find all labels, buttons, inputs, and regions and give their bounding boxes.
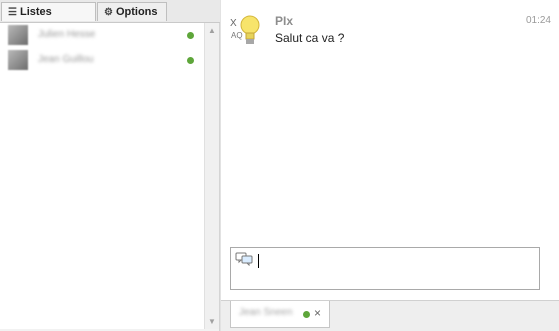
list-icon: ☰: [8, 7, 17, 18]
friend-item[interactable]: Julien Hesse: [0, 23, 204, 47]
avatar: [8, 25, 28, 45]
chat-window: ☰Listes d'amis ⚙Options Julien Hesse Jea…: [0, 0, 559, 331]
friend-item[interactable]: Jean Guillou: [0, 48, 204, 72]
tab-friends-list[interactable]: ☰Listes d'amis: [1, 2, 96, 37]
svg-text:X: X: [230, 18, 237, 29]
lightbulb-avatar-icon: X AQ: [229, 12, 265, 48]
avatar: [8, 50, 28, 70]
online-status-dot: [187, 32, 194, 39]
open-chat-tab[interactable]: Jean Sneen ×: [230, 301, 330, 328]
friends-panel: ☰Listes d'amis ⚙Options Julien Hesse Jea…: [0, 0, 220, 331]
chat-tab-name: Jean Sneen: [239, 307, 293, 318]
online-status-dot: [303, 311, 310, 318]
message-sender: PIx: [275, 14, 294, 28]
conversation-panel: X AQ PIx Salut ca va ? 01:24 Jean Sneen …: [220, 0, 559, 331]
friend-name: Julien Hesse: [38, 29, 96, 40]
scroll-up-icon[interactable]: ▲: [208, 26, 216, 35]
close-icon[interactable]: ×: [314, 306, 321, 320]
open-chats-bar: Jean Sneen ×: [221, 300, 559, 331]
friend-list-scrollbar[interactable]: ▲ ▼: [204, 23, 219, 329]
scroll-down-icon[interactable]: ▼: [208, 317, 216, 326]
tab-options-label: Options: [115, 6, 158, 18]
friend-list: Julien Hesse Jean Guillou: [0, 23, 204, 329]
svg-text:AQ: AQ: [231, 31, 243, 40]
message-text: Salut ca va ?: [275, 31, 345, 45]
text-caret: [258, 254, 259, 268]
chat-message: X AQ PIx Salut ca va ? 01:24: [229, 10, 551, 50]
message-composer[interactable]: [230, 247, 540, 290]
panel-tabs: ☰Listes d'amis ⚙Options: [0, 0, 220, 37]
gear-icon: ⚙: [104, 7, 113, 18]
tab-options[interactable]: ⚙ Options: [97, 2, 167, 21]
message-timestamp: 01:24: [525, 15, 551, 26]
message-input[interactable]: [257, 252, 532, 284]
friend-name: Jean Guillou: [38, 54, 94, 65]
online-status-dot: [187, 57, 194, 64]
chat-bubbles-icon: [235, 252, 253, 267]
